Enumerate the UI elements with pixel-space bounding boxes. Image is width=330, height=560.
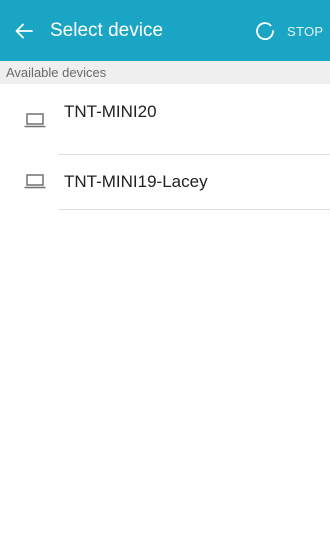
- select-device-screen: Select device STOP Available devices TNT…: [0, 0, 330, 560]
- device-item-tnt-mini20[interactable]: TNT-MINI20: [0, 84, 330, 154]
- list-divider: [59, 209, 330, 210]
- back-arrow-icon: [15, 23, 33, 39]
- back-button[interactable]: [12, 18, 36, 44]
- page-title: Select device: [50, 20, 164, 41]
- device-item-tnt-mini19-lacey[interactable]: TNT-MINI19-Lacey: [0, 155, 330, 225]
- stop-label: STOP: [287, 23, 324, 39]
- laptop-icon: [24, 174, 46, 189]
- refresh-spinner-icon: [255, 21, 275, 41]
- stop-scan-button[interactable]: STOP: [250, 18, 330, 44]
- device-name: TNT-MINI19-Lacey: [64, 172, 208, 191]
- laptop-icon: [24, 113, 46, 128]
- app-bar: Select device STOP: [0, 0, 330, 61]
- section-title: Available devices: [6, 65, 107, 80]
- available-devices-header: Available devices: [0, 61, 330, 84]
- device-name: TNT-MINI20: [64, 102, 157, 121]
